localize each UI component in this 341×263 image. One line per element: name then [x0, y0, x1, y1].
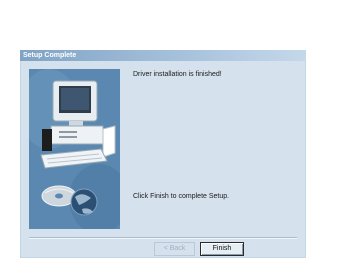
back-button[interactable]: < Back [154, 242, 195, 256]
finish-button[interactable]: Finish [200, 242, 244, 256]
setup-complete-dialog: Setup Complete Driver installation is fi… [20, 50, 306, 258]
setup-illustration [29, 69, 120, 229]
window-title: Setup Complete [23, 52, 77, 59]
button-divider [29, 237, 297, 239]
title-bar: Setup Complete [20, 50, 306, 61]
installation-finished-message: Driver installation is finished! [133, 71, 222, 78]
finish-instruction-message: Click Finish to complete Setup. [133, 193, 230, 200]
computer-with-cd-and-globe-icon [29, 69, 120, 229]
